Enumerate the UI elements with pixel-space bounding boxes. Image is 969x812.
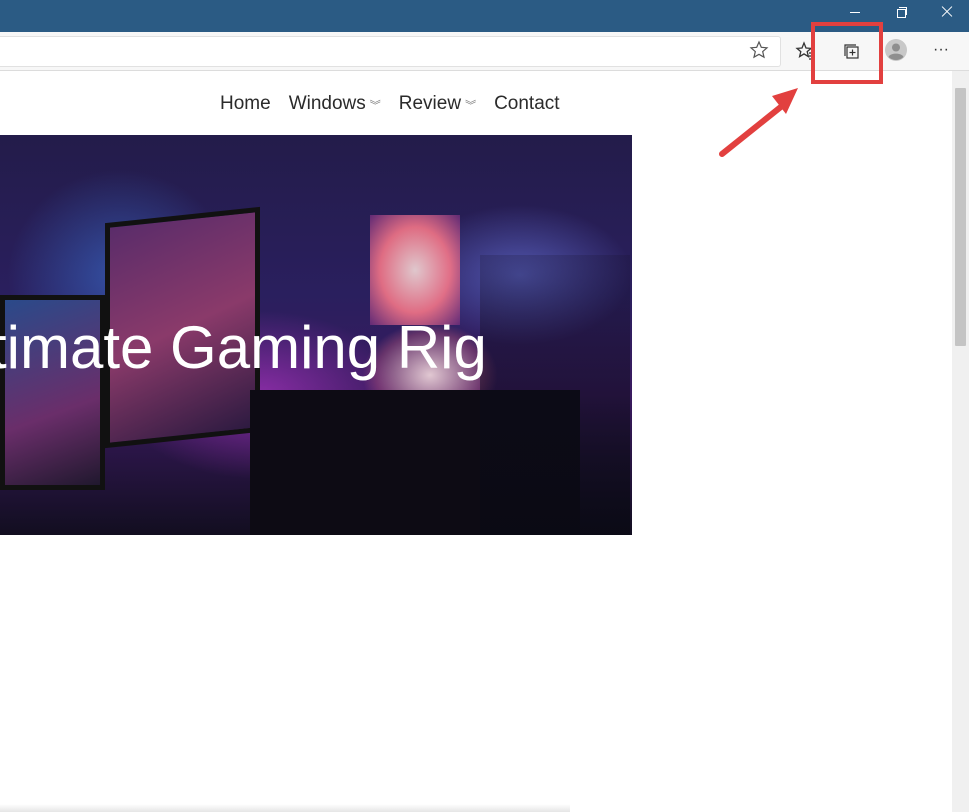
nav-review[interactable]: Review ︾ bbox=[399, 90, 476, 118]
nav-review-label: Review bbox=[398, 93, 462, 114]
scrollbar-thumb[interactable] bbox=[955, 88, 966, 346]
annotation-arrow-icon bbox=[719, 88, 798, 157]
profile-icon[interactable] bbox=[884, 38, 908, 62]
close-icon[interactable] bbox=[923, 0, 969, 32]
nav-home[interactable]: Home bbox=[220, 90, 271, 118]
site-nav: Home Windows ︾ Review ︾ Contact bbox=[220, 90, 578, 118]
nav-home-label: Home bbox=[220, 93, 271, 114]
stage-screen-image bbox=[370, 215, 460, 325]
hero-title: timate Gaming Rig bbox=[0, 314, 487, 381]
restore-icon[interactable] bbox=[878, 0, 924, 32]
nav-contact-label: Contact bbox=[494, 93, 560, 114]
crowd-shadow bbox=[480, 255, 630, 535]
chevron-down-icon: ︾ bbox=[465, 100, 477, 112]
nav-windows-label: Windows bbox=[288, 93, 366, 114]
nav-windows[interactable]: Windows ︾ bbox=[289, 90, 381, 118]
bottom-shadow bbox=[0, 804, 570, 812]
chevron-down-icon: ︾ bbox=[369, 100, 381, 112]
nav-contact[interactable]: Contact bbox=[494, 90, 559, 118]
more-icon[interactable]: ··· bbox=[930, 40, 952, 62]
star-icon[interactable] bbox=[749, 40, 769, 60]
address-bar[interactable] bbox=[0, 36, 781, 67]
hero-image: timate Gaming Rig bbox=[0, 135, 632, 535]
highlight-box bbox=[811, 22, 883, 84]
